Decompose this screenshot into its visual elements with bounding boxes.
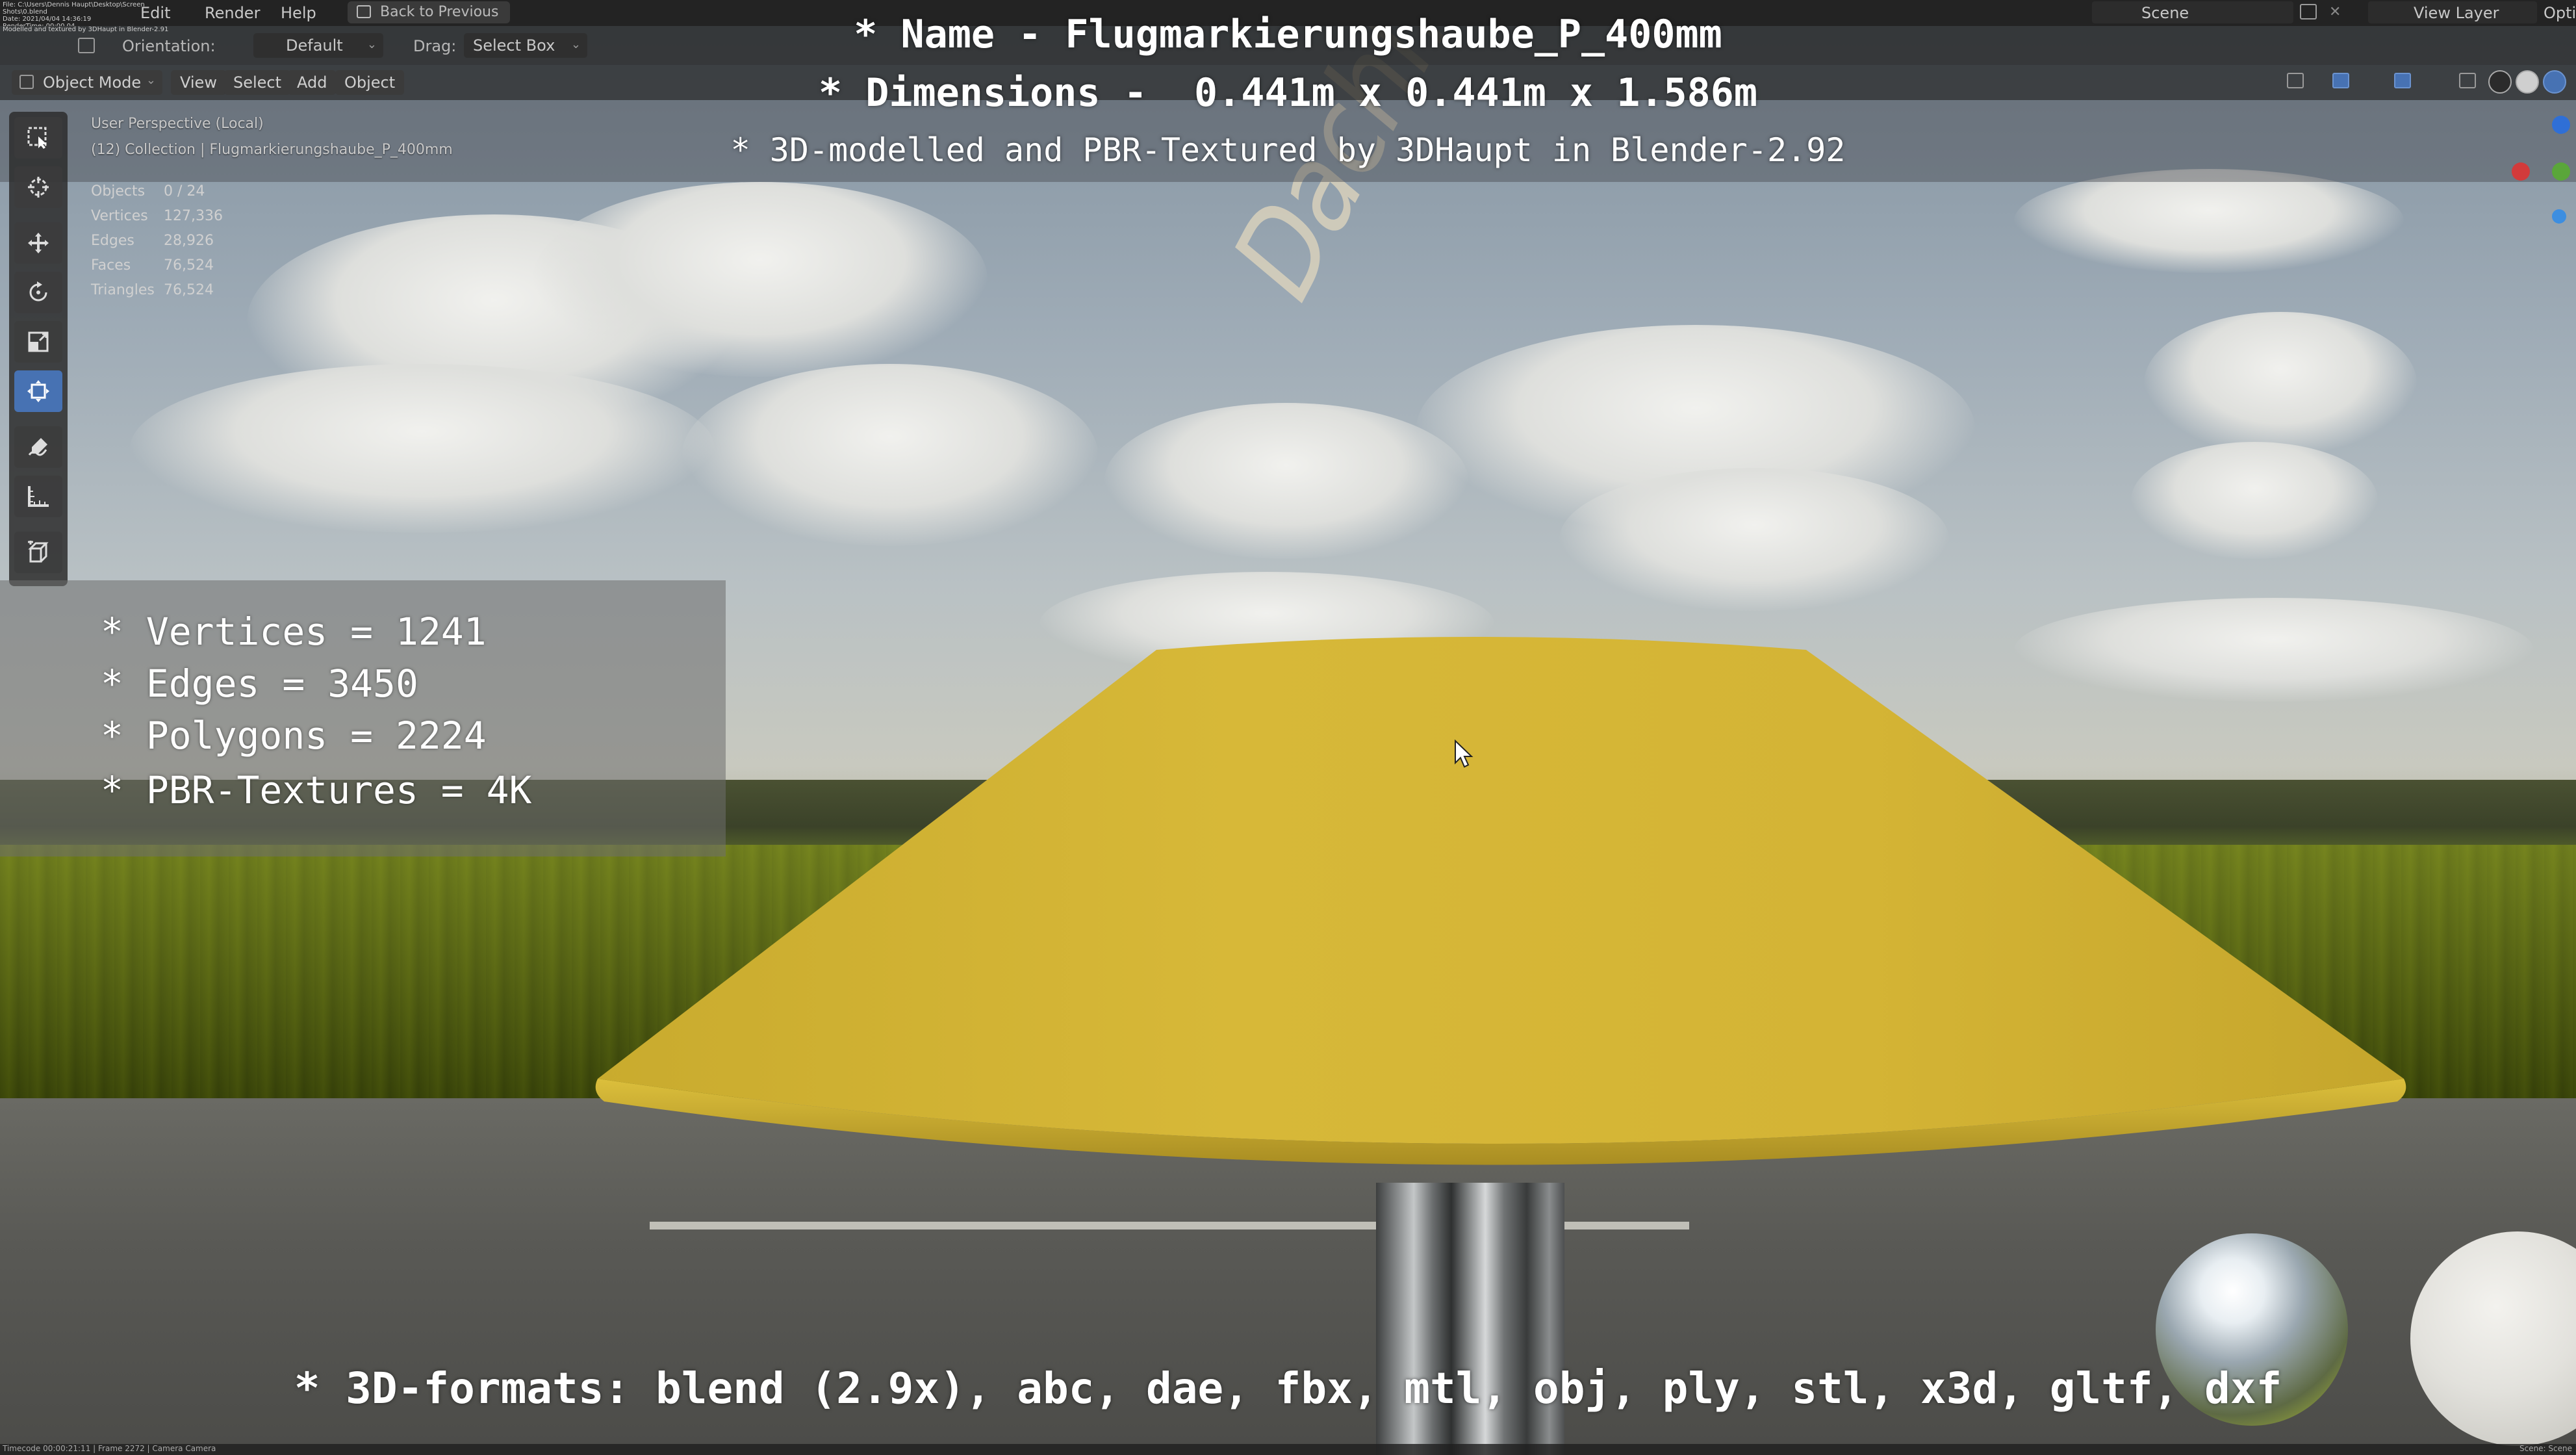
stat-value: 28,926 — [164, 233, 214, 249]
cloud — [130, 364, 715, 533]
add-cube-tool[interactable] — [14, 532, 62, 573]
stat-label: Vertices — [91, 208, 148, 224]
scale-icon — [28, 331, 49, 352]
pbr-textures-resolution: * PBR-Textures = 4K — [101, 768, 532, 812]
viewport-perspective-label: User Perspective (Local) — [91, 116, 264, 132]
vertices-count: * Vertices = 1241 — [101, 610, 487, 654]
stat-label: Faces — [91, 257, 131, 274]
gizmo-y-axis[interactable] — [2552, 162, 2570, 181]
status-right: Scene: Scene — [2519, 1444, 2572, 1453]
measure-tool[interactable] — [14, 476, 62, 517]
tool-shelf — [9, 112, 68, 586]
select-box-tool[interactable] — [14, 117, 62, 159]
cursor-tool[interactable] — [14, 166, 62, 208]
stat-value: 76,524 — [164, 282, 214, 298]
polygons-count: * Polygons = 2224 — [101, 714, 487, 758]
marker-cap-model[interactable] — [585, 624, 2417, 1196]
stat-value: 76,524 — [164, 257, 214, 274]
move-tool[interactable] — [14, 222, 62, 264]
cloud — [2131, 442, 2378, 559]
status-bar: Timecode 00:00:21:11 | Frame 2272 | Came… — [0, 1444, 2576, 1455]
rotate-icon — [29, 281, 47, 302]
select-box-icon — [27, 127, 47, 149]
gizmo-x-axis[interactable] — [2512, 162, 2530, 181]
transform-icon — [27, 380, 49, 402]
stat-label: Triangles — [91, 282, 155, 298]
cloud — [1559, 468, 1949, 611]
move-arrows-icon — [28, 233, 49, 253]
gizmo-neg-z-axis[interactable] — [2552, 209, 2566, 224]
formats-list: * 3D-formats: blend (2.9x), abc, dae, fb… — [294, 1363, 2282, 1413]
model-name-title: * Name - Flugmarkierungshaube_P_400mm — [854, 12, 1722, 57]
cloud — [682, 364, 1098, 546]
model-dimensions-title: * Dimensions - 0.441m x 0.441m x 1.586m — [819, 70, 1757, 116]
gizmo-z-axis[interactable] — [2552, 116, 2570, 134]
stat-value: 0 / 24 — [164, 183, 205, 200]
mouse-cursor-icon — [1455, 740, 1473, 768]
annotate-pencil-icon — [28, 438, 47, 456]
stat-label: Edges — [91, 233, 134, 249]
cloud — [2014, 169, 2404, 273]
viewport-collection-label: (12) Collection | Flugmarkierungshaube_P… — [91, 142, 453, 158]
cloud — [2144, 312, 2417, 455]
marker-pole[interactable] — [1376, 1183, 1564, 1455]
transform-tool[interactable] — [14, 370, 62, 412]
rotate-tool[interactable] — [14, 272, 62, 313]
cursor-crosshair-icon — [28, 177, 49, 198]
stat-value: 127,336 — [164, 208, 223, 224]
scale-tool[interactable] — [14, 321, 62, 363]
stat-label: Objects — [91, 183, 146, 200]
cloud — [1104, 403, 1468, 559]
annotate-tool[interactable] — [14, 426, 62, 468]
measure-ruler-icon — [28, 486, 49, 507]
status-text: Timecode 00:00:21:11 | Frame 2272 | Came… — [3, 1444, 216, 1453]
add-cube-icon — [28, 541, 49, 563]
edges-count: * Edges = 3450 — [101, 662, 418, 706]
cloud — [533, 182, 988, 377]
